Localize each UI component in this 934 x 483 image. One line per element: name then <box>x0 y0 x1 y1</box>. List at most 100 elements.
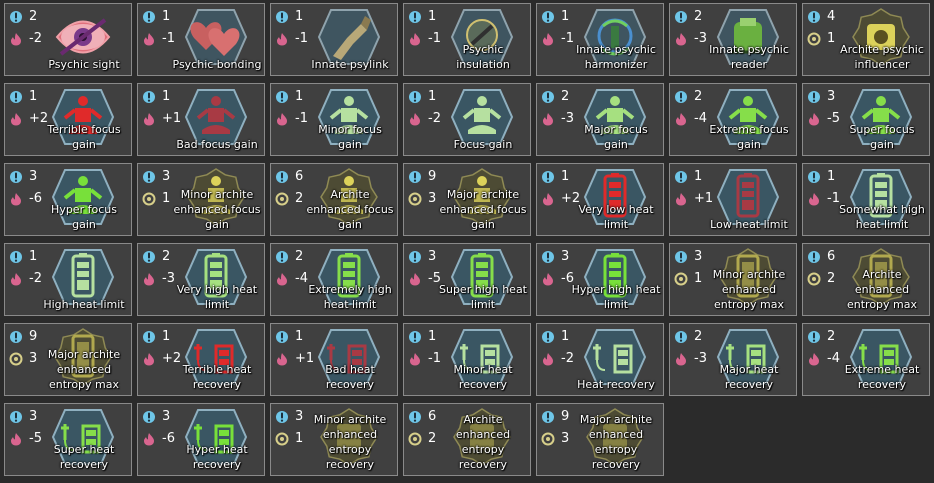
metabolism-icon <box>144 113 154 126</box>
gene-label: Archite enhanced entropy max <box>846 268 918 311</box>
gene-tile-major-focus-gain[interactable]: 2 -3 Major focus gain <box>536 83 664 156</box>
gene-label: Innate psychic reader <box>709 43 789 71</box>
complexity-icon <box>143 251 155 263</box>
complexity-icon <box>542 91 554 103</box>
gene-tile-major-archite-enhanced-entropy-recovery[interactable]: 9 3 Major archite enhanced entropy recov… <box>536 403 664 476</box>
complexity-value: 9 <box>428 169 437 184</box>
complexity-stat: 3 <box>674 249 702 265</box>
gene-tile-low-heat-limit[interactable]: 1 +1 Low heat limit <box>669 163 797 236</box>
gene-tile-somewhat-high-heat-limit[interactable]: 1 -1 Somewhat high heat limit <box>802 163 930 236</box>
complexity-value: 1 <box>561 9 570 24</box>
complexity-icon <box>675 171 687 183</box>
complexity-icon <box>409 171 421 183</box>
complexity-value: 2 <box>694 329 703 344</box>
gene-tile-bad-heat-recovery[interactable]: 1 +1 Bad heat recovery <box>270 323 398 396</box>
complexity-icon <box>409 251 421 263</box>
gene-tile-minor-heat-recovery[interactable]: 1 -1 Minor heat recovery <box>403 323 531 396</box>
complexity-icon <box>10 251 22 263</box>
complexity-icon <box>675 251 687 263</box>
complexity-stat: 1 <box>275 89 303 105</box>
gene-label: Psychic bonding <box>172 58 262 71</box>
complexity-stat: 1 <box>408 9 436 25</box>
gene-label: Hyper heat recovery <box>186 443 248 471</box>
complexity-stat: 2 <box>674 329 702 345</box>
gene-tile-high-heat-limit[interactable]: 1 -2 High heat limit <box>4 243 132 316</box>
complexity-stat: 1 <box>674 169 702 185</box>
gene-tile-major-archite-enhanced-focus-gain[interactable]: 9 3 Major archite enhanced focus gain <box>403 163 531 236</box>
gene-tile-minor-archite-enhanced-entropy-recovery[interactable]: 3 1 Minor archite enhanced entropy recov… <box>270 403 398 476</box>
gene-tile-innate-psychic-reader[interactable]: 2 -3 Innate psychic reader <box>669 3 797 76</box>
complexity-icon <box>10 171 22 183</box>
gene-tile-super-high-heat-limit[interactable]: 3 -5 Super high heat limit <box>403 243 531 316</box>
gene-tile-minor-archite-enhanced-entropy-max[interactable]: 3 1 Minor archite enhanced entropy max <box>669 243 797 316</box>
gene-tile-minor-focus-gain[interactable]: 1 -1 Minor focus gain <box>270 83 398 156</box>
complexity-icon <box>808 91 820 103</box>
gene-tile-psychic-sight[interactable]: 2 -2 Psychic sight <box>4 3 132 76</box>
complexity-stat: 2 <box>674 89 702 105</box>
gene-tile-innate-psylink[interactable]: 1 -1 Innate psylink <box>270 3 398 76</box>
gene-tile-extreme-focus-gain[interactable]: 2 -4 Extreme focus gain <box>669 83 797 156</box>
gene-tile-focus-gain[interactable]: 1 -2 Focus gain <box>403 83 531 156</box>
gene-tile-hyper-heat-recovery[interactable]: 3 -6 Hyper heat recovery <box>137 403 265 476</box>
complexity-value: 1 <box>29 89 38 104</box>
complexity-icon <box>10 331 22 343</box>
gene-tile-archite-psychic-influencer[interactable]: 4 1 Archite psychic influencer <box>802 3 930 76</box>
gene-label: Low heat limit <box>710 218 788 231</box>
gene-label: Innate psychic harmonizer <box>576 43 656 71</box>
metabolism-icon <box>11 33 21 46</box>
gene-label: Minor focus gain <box>318 123 382 151</box>
gene-tile-terrible-focus-gain[interactable]: 1 +2 Terrible focus gain <box>4 83 132 156</box>
gene-tile-very-high-heat-limit[interactable]: 2 -3 Very high heat limit <box>137 243 265 316</box>
complexity-icon <box>808 171 820 183</box>
complexity-value: 1 <box>428 9 437 24</box>
complexity-value: 2 <box>295 249 304 264</box>
gene-label: Major heat recovery <box>719 363 779 391</box>
gene-label: Super focus gain <box>849 123 915 151</box>
gene-tile-extremely-high-heat-limit[interactable]: 2 -4 Extremely high heat limit <box>270 243 398 316</box>
complexity-icon <box>276 171 288 183</box>
gene-tile-heat-recovery[interactable]: 1 -2 Heat recovery <box>536 323 664 396</box>
second-stat: -2 <box>541 351 574 367</box>
complexity-icon <box>808 331 820 343</box>
complexity-value: 3 <box>162 409 171 424</box>
complexity-stat: 2 <box>541 89 569 105</box>
complexity-stat: 6 <box>807 249 835 265</box>
complexity-icon <box>409 331 421 343</box>
second-value: -2 <box>29 31 42 46</box>
gene-tile-bad-focus-gain[interactable]: 1 +1 Bad focus gain <box>137 83 265 156</box>
gene-tile-archite-enhanced-focus-gain[interactable]: 6 2 Archite enhanced focus gain <box>270 163 398 236</box>
complexity-icon <box>10 91 22 103</box>
second-value: -2 <box>561 351 574 366</box>
complexity-stat: 2 <box>807 329 835 345</box>
gene-label: Extreme heat recovery <box>844 363 920 391</box>
gene-tile-very-low-heat-limit[interactable]: 1 +2 Very low heat limit <box>536 163 664 236</box>
second-value: +1 <box>162 111 182 126</box>
gene-tile-psychic-bonding[interactable]: 1 -1 Psychic bonding <box>137 3 265 76</box>
gene-tile-minor-archite-enhanced-focus-gain[interactable]: 3 1 Minor archite enhanced focus gain <box>137 163 265 236</box>
gene-tile-terrible-heat-recovery[interactable]: 1 +2 Terrible heat recovery <box>137 323 265 396</box>
gene-tile-super-focus-gain[interactable]: 3 -5 Super focus gain <box>802 83 930 156</box>
gene-tile-hyper-focus-gain[interactable]: 3 -6 Hyper focus gain <box>4 163 132 236</box>
gene-label: Super high heat limit <box>439 283 527 311</box>
second-value: -2 <box>29 271 42 286</box>
gene-tile-innate-psychic-harmonizer[interactable]: 1 -1 Innate psychic harmonizer <box>536 3 664 76</box>
metabolism-icon <box>11 273 21 286</box>
gene-tile-major-archite-enhanced-entropy-max[interactable]: 9 3 Major archite enhanced entropy max <box>4 323 132 396</box>
gene-tile-psychic-insulation[interactable]: 1 -1 Psychic insulation <box>403 3 531 76</box>
gene-label: Archite enhanced entropy recovery <box>455 413 511 471</box>
gene-label: Hyper focus gain <box>51 203 117 231</box>
gene-tile-extreme-heat-recovery[interactable]: 2 -4 Extreme heat recovery <box>802 323 930 396</box>
complexity-value: 1 <box>428 89 437 104</box>
gene-label: Hyper high heat limit <box>571 283 661 311</box>
gene-label: Innate psylink <box>311 58 389 71</box>
gene-label: Super heat recovery <box>53 443 115 471</box>
gene-label: High heat limit <box>43 298 125 311</box>
gene-tile-super-heat-recovery[interactable]: 3 -5 Super heat recovery <box>4 403 132 476</box>
complexity-value: 2 <box>694 89 703 104</box>
gene-tile-major-heat-recovery[interactable]: 2 -3 Major heat recovery <box>669 323 797 396</box>
gene-tile-archite-enhanced-entropy-recovery[interactable]: 6 2 Archite enhanced entropy recovery <box>403 403 531 476</box>
complexity-stat: 9 <box>408 169 436 185</box>
gene-tile-archite-enhanced-entropy-max[interactable]: 6 2 Archite enhanced entropy max <box>802 243 930 316</box>
gene-tile-hyper-high-heat-limit[interactable]: 3 -6 Hyper high heat limit <box>536 243 664 316</box>
second-stat: -2 <box>9 271 42 287</box>
